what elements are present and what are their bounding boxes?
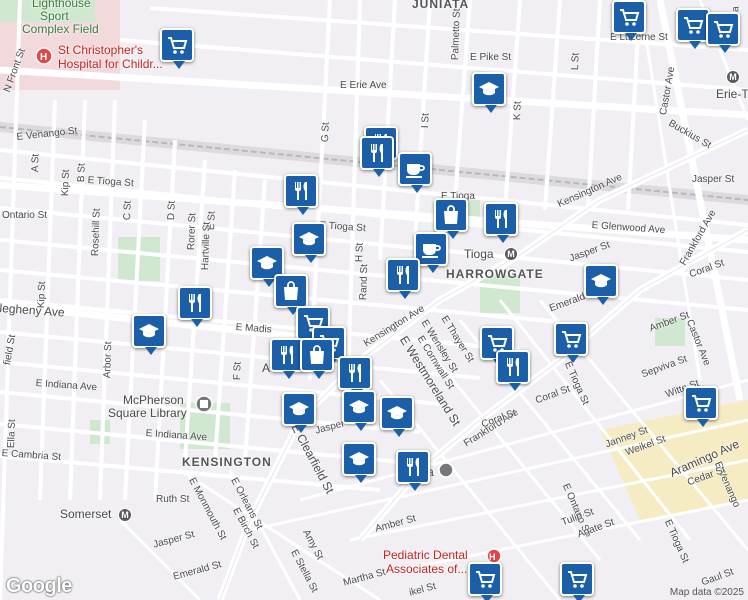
restaurant-fork-knife-icon[interactable] (270, 338, 304, 379)
svg-text:H: H (40, 52, 47, 63)
street-label: Hartville St (200, 221, 213, 271)
school-graduation-cap-icon[interactable] (292, 222, 326, 263)
restaurant-fork-knife-icon[interactable] (338, 356, 372, 397)
poi-label-lighthouse-3[interactable]: Complex Field (22, 22, 99, 36)
subway-station-icon[interactable]: M (118, 508, 132, 522)
school-graduation-cap-icon[interactable] (342, 442, 376, 483)
street-label: D St (166, 200, 178, 221)
poi-label-lighthouse-2[interactable]: Sport (40, 9, 69, 23)
street-label: Ontario St (2, 210, 48, 221)
street-label: Kip St (60, 169, 72, 197)
school-graduation-cap-icon[interactable] (342, 390, 376, 431)
street-label: Ruth St (156, 494, 190, 505)
street-label: K St (512, 101, 524, 121)
street-label: B St (76, 163, 88, 183)
shopping-bag-icon[interactable] (274, 274, 308, 315)
neighborhood-label-harrowgate: HARROWGATE (446, 267, 544, 281)
restaurant-fork-knife-icon[interactable] (484, 202, 518, 243)
subway-station-icon[interactable]: M (726, 70, 740, 84)
street-label: Kip St (36, 281, 48, 309)
street-label: A St (30, 153, 42, 173)
street-label: Jasper St (692, 174, 735, 185)
street-label: Rosehill St (90, 208, 103, 257)
poi-label-library-1[interactable]: McPherson (123, 393, 184, 407)
street-label: E Erie Ave (340, 80, 387, 91)
street-label: L St (570, 52, 582, 71)
subway-station-icon[interactable]: M (504, 247, 518, 261)
grocery-cart-icon[interactable] (160, 28, 194, 69)
grocery-cart-icon[interactable] (468, 562, 502, 600)
restaurant-fork-knife-icon[interactable] (178, 286, 212, 327)
map-attribution[interactable]: Map data ©2025 (670, 587, 744, 598)
street-label: C St (122, 200, 134, 221)
street-label: I St (420, 112, 432, 129)
school-graduation-cap-icon[interactable] (380, 396, 414, 437)
poi-label-library-2[interactable]: Square Library (108, 406, 187, 420)
grocery-cart-icon[interactable] (706, 12, 740, 53)
svg-text:H: H (489, 552, 496, 562)
shopping-bag-icon[interactable] (434, 198, 468, 239)
landmark-icon[interactable] (438, 462, 454, 478)
school-graduation-cap-icon[interactable] (472, 72, 506, 113)
street-label: Rorer St (186, 212, 199, 251)
street-label: H St (354, 242, 366, 263)
poi-label-dental-2[interactable]: Associates of... (386, 562, 467, 576)
street-label: G St (320, 121, 332, 143)
street-label: Rand St (358, 263, 371, 301)
restaurant-fork-knife-icon[interactable] (386, 258, 420, 299)
grocery-cart-icon[interactable] (684, 386, 718, 427)
restaurant-fork-knife-icon[interactable] (496, 350, 530, 391)
street-label: Arbor St (102, 341, 115, 379)
google-logo[interactable]: Google (6, 575, 72, 598)
street-label: Palmetto St (450, 8, 463, 61)
poi-label-dental-1[interactable]: Pediatric Dental (383, 548, 468, 562)
street-label: E Madis (235, 322, 273, 336)
school-graduation-cap-icon[interactable] (584, 264, 618, 305)
restaurant-fork-knife-icon[interactable] (396, 450, 430, 491)
poi-label-hospital-1[interactable]: St Christopher's (58, 43, 143, 57)
grocery-cart-icon[interactable] (676, 8, 710, 49)
station-label-tioga[interactable]: Tioga (464, 248, 494, 260)
street-label: E Pike St (470, 52, 512, 63)
school-graduation-cap-icon[interactable] (282, 392, 316, 433)
school-graduation-cap-icon[interactable] (132, 314, 166, 355)
grocery-cart-icon[interactable] (560, 562, 594, 600)
street-label: A (262, 361, 271, 375)
station-label-erie[interactable]: Erie-T (716, 88, 748, 100)
grocery-cart-icon[interactable] (554, 322, 588, 363)
restaurant-fork-knife-icon[interactable] (360, 136, 394, 177)
street-label: Ella St (6, 419, 19, 449)
restaurant-fork-knife-icon[interactable] (284, 174, 318, 215)
poi-label-hospital-2[interactable]: Hospital for Childr... (58, 57, 163, 71)
station-label-somerset[interactable]: Somerset (60, 508, 111, 520)
grocery-cart-icon[interactable] (612, 0, 646, 41)
map-canvas[interactable]: H H JUNIATA HARROWGATE KENSINGTON Lighth… (0, 0, 748, 600)
shopping-bag-icon[interactable] (300, 338, 334, 379)
street-label: F St (232, 361, 244, 381)
cafe-coffee-cup-icon[interactable] (398, 152, 432, 193)
neighborhood-label-kensington: KENSINGTON (182, 455, 272, 469)
library-book-glyph (200, 400, 208, 408)
